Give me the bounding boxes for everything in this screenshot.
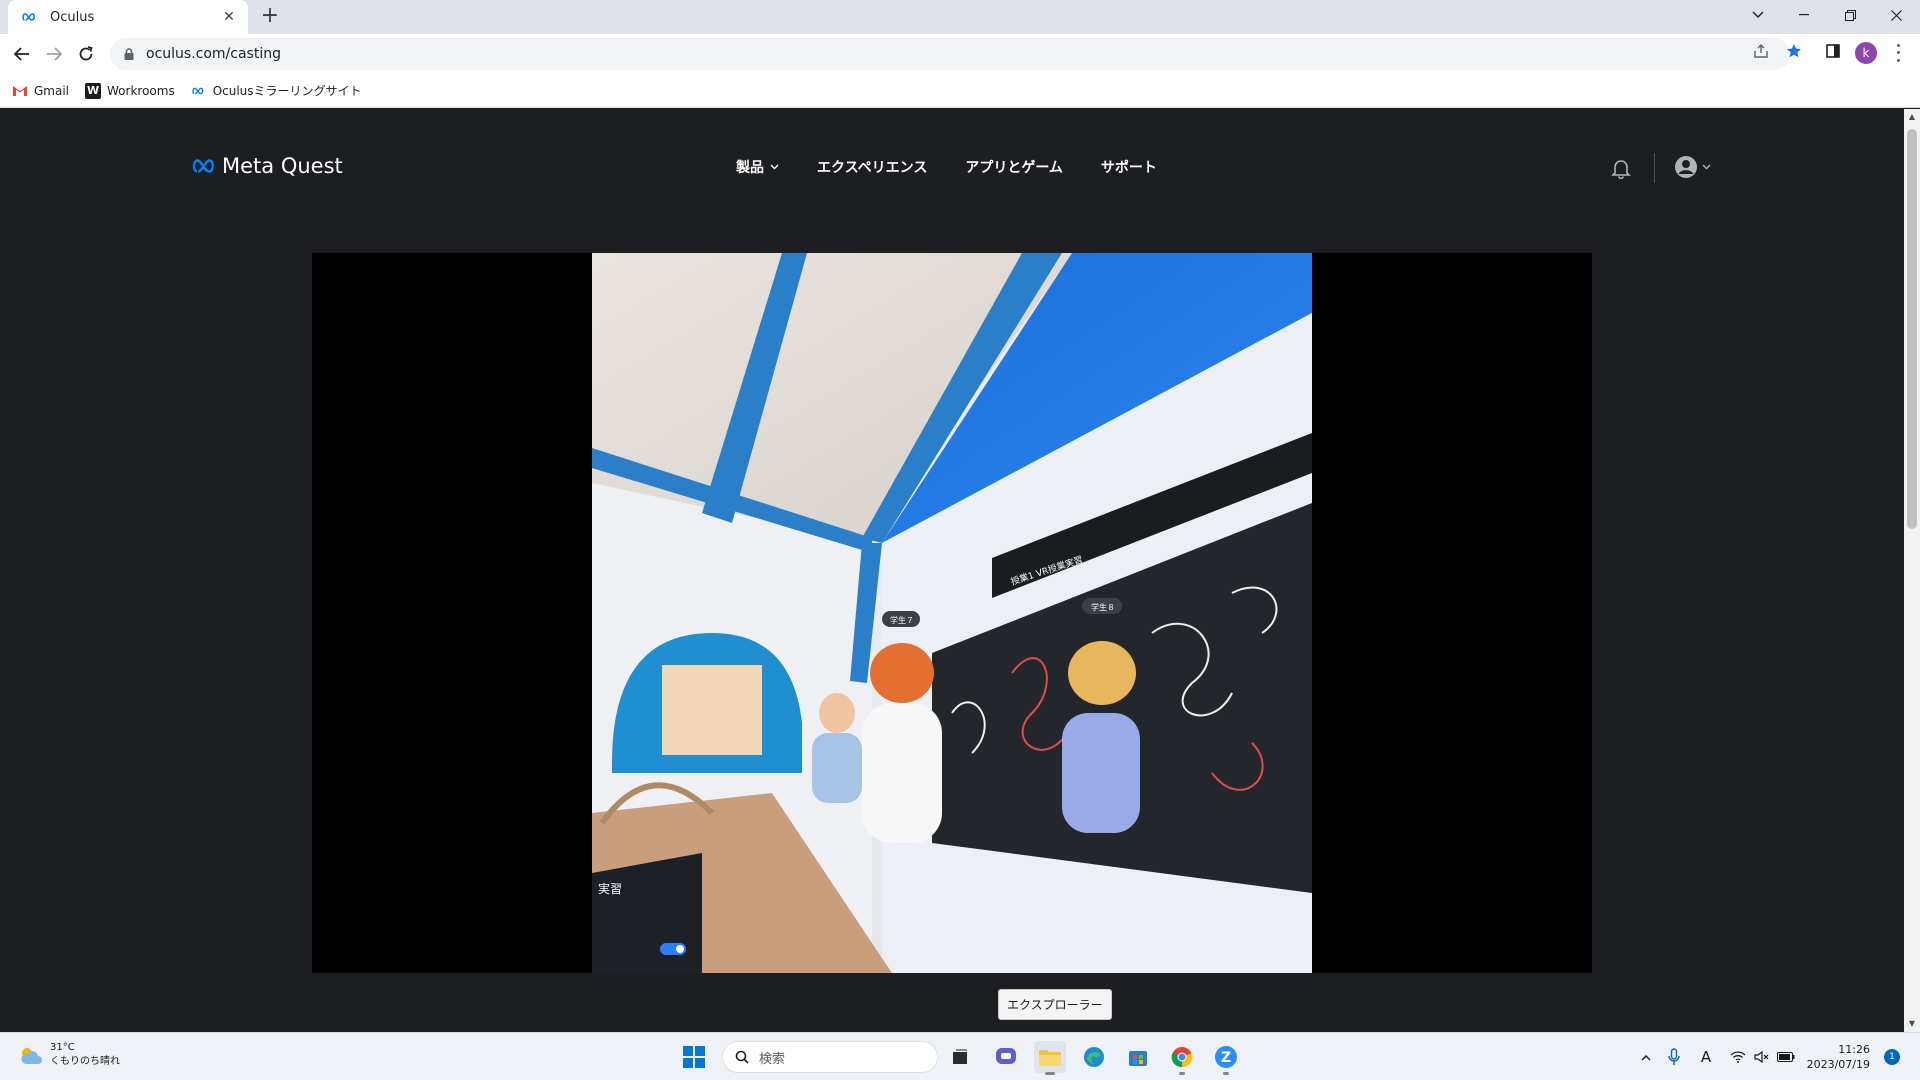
meta-icon bbox=[191, 83, 207, 99]
tab-title: Oculus bbox=[50, 9, 95, 25]
browser-toolbar: oculus.com/casting k bbox=[0, 34, 1920, 74]
battery-icon[interactable] bbox=[1776, 1045, 1796, 1069]
clock-date: 2023/07/19 bbox=[1806, 1058, 1870, 1071]
bookmark-gmail[interactable]: Gmail bbox=[12, 83, 69, 99]
cloud-sun-icon bbox=[21, 1048, 42, 1064]
speaker-muted-icon[interactable] bbox=[1752, 1045, 1772, 1069]
edge-icon[interactable] bbox=[1078, 1041, 1110, 1073]
profile-avatar[interactable]: k bbox=[1855, 42, 1877, 64]
logo-text: Meta Quest bbox=[222, 154, 343, 178]
chevron-up-icon[interactable] bbox=[1636, 1045, 1656, 1069]
forward-arrow-icon[interactable] bbox=[42, 42, 66, 66]
reload-icon[interactable] bbox=[74, 42, 98, 66]
lock-icon[interactable] bbox=[122, 47, 136, 61]
restore-button[interactable] bbox=[1828, 0, 1872, 30]
ime-indicator[interactable]: A bbox=[1696, 1045, 1716, 1069]
search-icon bbox=[735, 1050, 749, 1064]
page-scrollbar[interactable]: ▲ ▼ bbox=[1904, 109, 1920, 1032]
bookmark-oculus-mirroring[interactable]: Oculusミラーリングサイト bbox=[191, 82, 362, 99]
teams-chat-icon[interactable] bbox=[990, 1041, 1022, 1073]
bookmark-star-icon[interactable] bbox=[1785, 42, 1803, 60]
nav-apps-games[interactable]: アプリとゲーム bbox=[965, 157, 1063, 177]
store-icon[interactable] bbox=[1122, 1041, 1154, 1073]
scroll-up-icon[interactable]: ▲ bbox=[1904, 109, 1920, 125]
nav-support[interactable]: サポート bbox=[1101, 157, 1157, 177]
tab-search-icon[interactable] bbox=[1736, 0, 1780, 30]
chevron-down-icon bbox=[1702, 164, 1711, 170]
avatar-name-tag: 学生７ bbox=[890, 615, 914, 625]
svg-text:Z: Z bbox=[1221, 1050, 1231, 1066]
windows-start-icon bbox=[683, 1046, 705, 1068]
nav-products[interactable]: 製品 bbox=[736, 157, 779, 177]
meta-favicon-icon bbox=[22, 9, 38, 25]
page-content: Meta Quest 製品 エクスペリエンス アプリとゲーム サポート 授業1 … bbox=[0, 109, 1904, 1032]
bookmarks-bar: Gmail W Workrooms Oculusミラーリングサイト bbox=[0, 74, 1920, 108]
file-explorer-icon[interactable] bbox=[1034, 1041, 1066, 1075]
vr-cast-frame[interactable]: 授業1 VR授業実習 学生７ 学生８ 実習 bbox=[592, 253, 1312, 973]
share-icon[interactable] bbox=[1752, 42, 1770, 60]
zoom-icon[interactable]: Z bbox=[1210, 1041, 1242, 1075]
account-menu[interactable] bbox=[1674, 155, 1711, 179]
browser-tab-strip: Oculus ✕ + bbox=[0, 0, 1920, 34]
taskbar-clock[interactable]: 11:26 2023/07/19 bbox=[1804, 1042, 1870, 1072]
vr-scene-image: 授業1 VR授業実習 学生７ 学生８ 実習 bbox=[592, 253, 1312, 973]
microphone-icon[interactable] bbox=[1664, 1045, 1684, 1069]
weather-condition: くもりのち晴れ bbox=[50, 1056, 120, 1067]
scroll-down-icon[interactable]: ▼ bbox=[1904, 1016, 1920, 1032]
new-tab-button[interactable]: + bbox=[258, 5, 282, 29]
taskbar-search[interactable]: 検索 bbox=[722, 1041, 938, 1073]
side-panel-icon[interactable] bbox=[1824, 42, 1842, 60]
meta-logo-icon bbox=[192, 159, 215, 173]
chevron-down-icon bbox=[770, 164, 779, 170]
browser-menu-icon[interactable] bbox=[1890, 42, 1906, 64]
avatar-name-tag: 学生８ bbox=[1091, 602, 1115, 612]
account-avatar-icon bbox=[1675, 156, 1697, 178]
panel-title: 実習 bbox=[598, 881, 622, 896]
scroll-thumb[interactable] bbox=[1907, 129, 1917, 529]
tab-close-icon[interactable]: ✕ bbox=[220, 9, 238, 25]
windows-taskbar: 31°C くもりのち晴れ 検索 Z A 11:26 2023/07/19 1 bbox=[0, 1032, 1920, 1080]
close-window-button[interactable] bbox=[1874, 0, 1918, 30]
tab-oculus[interactable]: Oculus ✕ bbox=[8, 0, 248, 34]
address-bar[interactable]: oculus.com/casting bbox=[110, 38, 1790, 70]
minimize-button[interactable] bbox=[1782, 0, 1826, 30]
notification-badge[interactable]: 1 bbox=[1884, 1049, 1900, 1065]
task-view-icon[interactable] bbox=[944, 1041, 976, 1073]
url-text: oculus.com/casting bbox=[146, 46, 281, 62]
meta-quest-logo[interactable]: Meta Quest bbox=[192, 154, 343, 178]
back-arrow-icon[interactable] bbox=[10, 42, 34, 66]
start-button[interactable] bbox=[678, 1041, 710, 1073]
chrome-icon[interactable] bbox=[1166, 1041, 1198, 1075]
header-divider bbox=[1654, 153, 1655, 183]
notification-bell-icon[interactable] bbox=[1610, 157, 1632, 180]
nav-experience[interactable]: エクスペリエンス bbox=[817, 157, 927, 177]
clock-time: 11:26 bbox=[1838, 1043, 1870, 1056]
weather-widget[interactable]: 31°C くもりのち晴れ bbox=[18, 1041, 120, 1069]
workrooms-icon: W bbox=[85, 82, 102, 99]
main-nav: 製品 エクスペリエンス アプリとゲーム サポート bbox=[736, 157, 1157, 177]
weather-temp: 31°C bbox=[50, 1042, 75, 1053]
gmail-icon bbox=[12, 83, 28, 99]
taskbar-tooltip: エクスプローラー bbox=[998, 989, 1112, 1020]
bookmark-workrooms[interactable]: W Workrooms bbox=[85, 82, 175, 99]
search-placeholder: 検索 bbox=[759, 1051, 786, 1067]
casting-player[interactable]: 授業1 VR授業実習 学生７ 学生８ 実習 bbox=[312, 253, 1592, 973]
wifi-icon[interactable] bbox=[1728, 1045, 1748, 1069]
